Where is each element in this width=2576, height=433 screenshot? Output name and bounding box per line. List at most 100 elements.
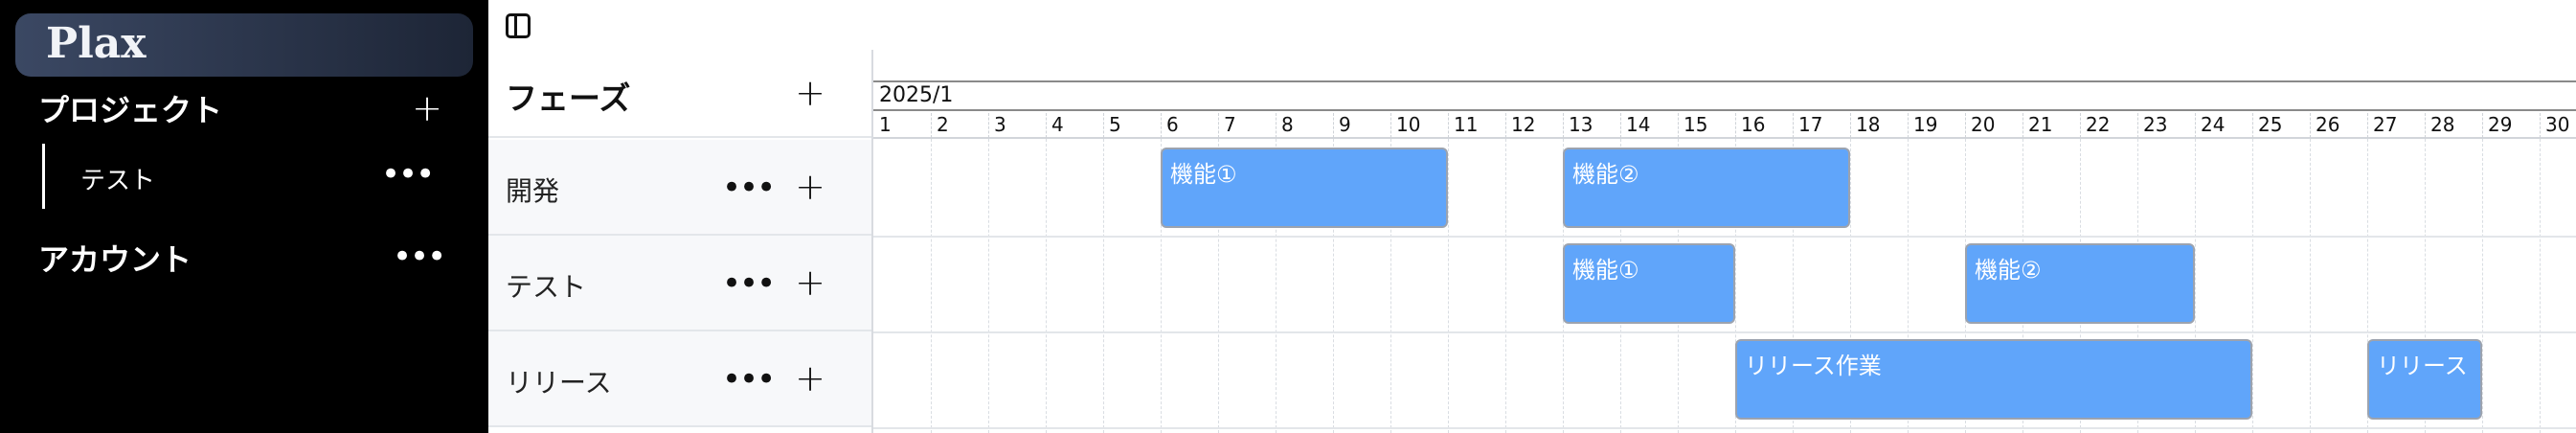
day-label: 11: [1454, 113, 1479, 136]
day-tick: [1965, 113, 1966, 138]
main-area: フェーズ + 開発 ••• + テスト ••• + リリース ••• + 202…: [488, 0, 2576, 433]
projects-section-title: プロジェクト: [38, 92, 223, 128]
day-label: 10: [1396, 113, 1421, 136]
gantt-chart: 2025/1 1 2 3 4 5 6 7 8 9 10 11 12 13 14 15 16 17 18 19 20 21…: [871, 50, 2576, 433]
day-label: 23: [2143, 113, 2168, 136]
add-task-icon[interactable]: +: [793, 169, 827, 205]
task-bar[interactable]: 機能①: [1161, 148, 1448, 228]
task-label: 機能②: [1572, 161, 1639, 188]
phase-more-icon[interactable]: •••: [722, 363, 776, 396]
phase-row: 開発 ••• +: [488, 140, 871, 236]
grid-line: [1103, 139, 1104, 433]
task-label: 機能①: [1572, 257, 1639, 284]
day-tick: [1103, 113, 1104, 138]
day-label: 24: [2201, 113, 2226, 136]
task-label: 機能②: [1975, 257, 2042, 284]
day-tick: [2195, 113, 2196, 138]
sidebar-toggle-icon[interactable]: [506, 13, 531, 38]
day-label: 16: [1741, 113, 1766, 136]
app-logo[interactable]: Plax: [15, 13, 473, 77]
day-label: 7: [1224, 113, 1236, 136]
grid-line: [988, 139, 989, 433]
phase-name: リリース: [506, 367, 612, 399]
sidebar-item-indicator: [42, 144, 45, 209]
day-label: 14: [1626, 113, 1651, 136]
grid-line: [931, 139, 932, 433]
grid-line: [2482, 139, 2483, 433]
day-tick: [1161, 113, 1162, 138]
phase-title: フェーズ: [506, 80, 631, 117]
day-tick: [1390, 113, 1391, 138]
row-divider: [873, 236, 2576, 238]
day-label: 6: [1166, 113, 1179, 136]
day-label: 8: [1281, 113, 1294, 136]
row-divider: [873, 331, 2576, 333]
day-label: 4: [1051, 113, 1064, 136]
task-label: リリース作業: [1745, 353, 1882, 379]
day-label: 30: [2545, 113, 2570, 136]
task-bar[interactable]: リリース: [2367, 339, 2482, 420]
task-bar[interactable]: リリース作業: [1735, 339, 2252, 420]
add-task-icon[interactable]: +: [793, 264, 827, 301]
day-tick: [2540, 113, 2541, 138]
grid-line: [1505, 139, 1506, 433]
day-tick: [1850, 113, 1851, 138]
phase-more-icon[interactable]: •••: [722, 267, 776, 300]
task-bar[interactable]: 機能①: [1563, 243, 1735, 324]
phase-row: リリース ••• +: [488, 331, 871, 427]
day-tick: [2367, 113, 2368, 138]
account-more-icon[interactable]: •••: [393, 240, 446, 273]
day-label: 2: [937, 113, 949, 136]
header-divider: [873, 137, 2576, 139]
phase-column: フェーズ + 開発 ••• + テスト ••• + リリース ••• +: [488, 50, 871, 433]
grid-line: [1448, 139, 1449, 433]
day-tick: [1046, 113, 1047, 138]
month-label: 2025/1: [879, 83, 954, 107]
task-label: リリース: [2377, 353, 2468, 379]
grid-line: [2252, 139, 2253, 433]
day-tick: [1678, 113, 1679, 138]
day-label: 5: [1109, 113, 1121, 136]
day-tick: [2022, 113, 2023, 138]
day-tick: [1620, 113, 1621, 138]
day-tick: [2482, 113, 2483, 138]
task-bar[interactable]: 機能②: [1563, 148, 1850, 228]
day-label: 1: [879, 113, 892, 136]
phase-header: フェーズ +: [488, 50, 871, 138]
day-tick: [1735, 113, 1736, 138]
day-tick: [1218, 113, 1219, 138]
day-tick: [931, 113, 932, 138]
day-tick: [1793, 113, 1794, 138]
add-phase-icon[interactable]: +: [793, 75, 827, 111]
day-label: 13: [1569, 113, 1593, 136]
phase-more-icon[interactable]: •••: [722, 171, 776, 204]
month-row: 2025/1: [873, 80, 2576, 111]
grid-line: [1046, 139, 1047, 433]
account-section-title: アカウント: [38, 241, 192, 278]
add-project-icon[interactable]: +: [410, 90, 444, 126]
day-tick: [988, 113, 989, 138]
task-label: 機能①: [1170, 161, 1237, 188]
day-label: 21: [2028, 113, 2053, 136]
day-tick: [1563, 113, 1564, 138]
day-tick: [1505, 113, 1506, 138]
day-label: 20: [1971, 113, 1996, 136]
day-tick: [2137, 113, 2138, 138]
sidebar-item-label: テスト: [80, 167, 156, 195]
day-tick: [1908, 113, 1909, 138]
day-label: 28: [2430, 113, 2455, 136]
sidebar-item-project[interactable]: テスト •••: [42, 144, 444, 209]
grid-line: [2310, 139, 2311, 433]
row-divider: [873, 427, 2576, 429]
day-label: 26: [2316, 113, 2340, 136]
day-tick: [2425, 113, 2426, 138]
project-more-icon[interactable]: •••: [381, 158, 435, 191]
sidebar: Plax プロジェクト + テスト ••• アカウント •••: [0, 0, 488, 433]
add-task-icon[interactable]: +: [793, 360, 827, 397]
day-label: 17: [1798, 113, 1823, 136]
phase-row: テスト ••• +: [488, 236, 871, 331]
day-label: 19: [1913, 113, 1938, 136]
day-label: 27: [2373, 113, 2398, 136]
phase-name: テスト: [506, 271, 587, 303]
task-bar[interactable]: 機能②: [1965, 243, 2195, 324]
